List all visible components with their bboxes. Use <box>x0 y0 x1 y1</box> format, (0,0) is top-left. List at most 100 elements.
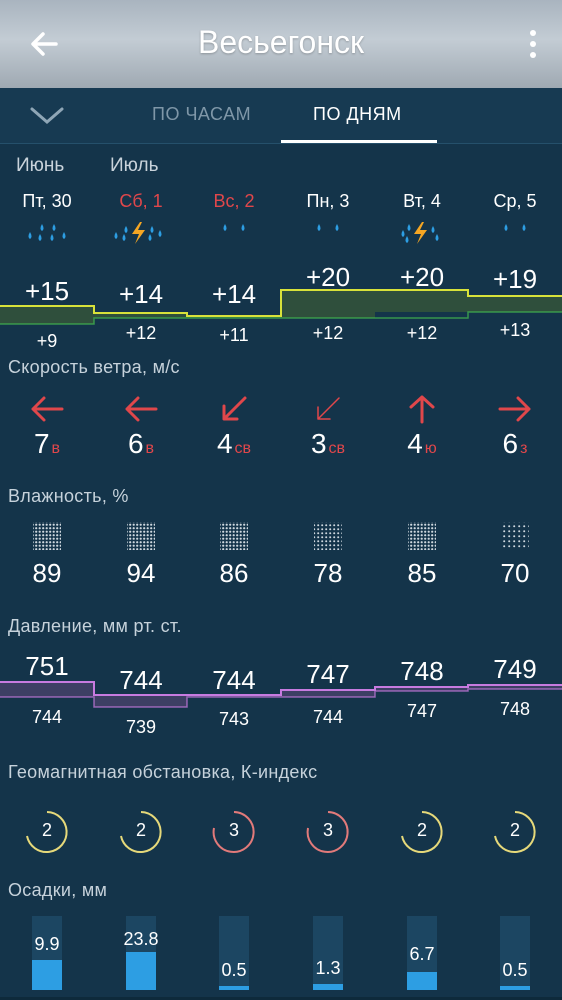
temp-min: +12 <box>125 323 157 343</box>
pressure-min: 744 <box>31 707 63 727</box>
wind-speed: 4 св <box>187 428 281 460</box>
pressure-max: 747 <box>306 659 350 689</box>
pressure-max: 744 <box>119 665 163 695</box>
temp-min: +12 <box>406 323 438 343</box>
precip-value: 23.8 <box>123 929 159 949</box>
tab-daily[interactable]: ПО ДНЯМ <box>313 104 402 125</box>
temp-max: +14 <box>211 279 257 309</box>
day-label[interactable]: Вс, 2 <box>187 191 281 212</box>
pressure-max: 751 <box>25 651 69 681</box>
thunderstorm-rain-icon <box>401 222 439 244</box>
thunderstorm-rain-icon <box>114 222 162 244</box>
precip-column <box>126 916 156 990</box>
active-tab-indicator <box>281 140 437 143</box>
wind-direction: св <box>328 440 346 457</box>
precip-fill <box>126 952 156 990</box>
humidity-value: 78 <box>313 558 343 588</box>
wind-speed-value: 4 <box>216 428 233 459</box>
arrow-down-left-thin-icon <box>317 397 340 420</box>
humidity-value: 70 <box>500 558 530 588</box>
temp-max: +15 <box>24 276 70 306</box>
wind-speed-value: 6 <box>502 428 519 459</box>
precip-value: 9.9 <box>34 934 60 954</box>
precip-fill <box>407 972 437 990</box>
arrow-up-icon <box>409 395 435 424</box>
pressure-max: 748 <box>400 656 444 686</box>
temp-max: +20 <box>399 262 445 292</box>
arrow-left-icon <box>125 396 158 422</box>
wind-speed-value: 7 <box>33 428 50 459</box>
pressure-max: 744 <box>212 665 256 695</box>
temp-max: +20 <box>305 262 351 292</box>
day-label[interactable]: Ср, 5 <box>468 191 562 212</box>
temp-min: +9 <box>36 331 58 351</box>
arrow-left-icon <box>31 396 64 422</box>
temp-max: +14 <box>118 279 164 309</box>
wind-speed: 3 св <box>281 428 375 460</box>
k-index-value: 2 <box>509 820 520 840</box>
tab-hourly[interactable]: ПО ЧАСАМ <box>152 104 251 125</box>
arrow-down-left-icon <box>222 396 247 421</box>
precipitation-section-title: Осадки, мм <box>8 880 108 900</box>
k-index-value: 2 <box>135 820 146 840</box>
rain-icon <box>28 224 66 241</box>
pressure-min: 748 <box>499 699 531 719</box>
humidity-dots-icon <box>501 522 529 550</box>
wind-direction: св <box>234 440 252 457</box>
precip-value: 0.5 <box>221 960 247 980</box>
humidity-dots-icon <box>33 522 61 550</box>
pressure-max: 749 <box>493 654 537 684</box>
more-menu-icon[interactable] <box>528 28 538 60</box>
wind-speed: 6з <box>468 428 562 460</box>
day-label[interactable]: Пн, 3 <box>281 191 375 212</box>
k-index-value: 2 <box>416 820 427 840</box>
day-label[interactable]: Пт, 30 <box>0 191 94 212</box>
precip-value: 0.5 <box>502 960 528 980</box>
day-label[interactable]: Вт, 4 <box>375 191 469 212</box>
pressure-min: 744 <box>312 707 344 727</box>
temp-max: +19 <box>492 264 538 294</box>
humidity-section-title: Влажность, % <box>8 486 129 506</box>
light-rain-icon <box>223 224 245 231</box>
app-header: Весьегонск <box>0 0 562 88</box>
forecast-tabs: ПО ЧАСАМ ПО ДНЯМ <box>0 88 562 144</box>
wind-direction: в <box>145 440 155 457</box>
humidity-value: 94 <box>126 558 156 588</box>
month-label: Июль <box>110 155 159 176</box>
precip-fill <box>313 984 343 990</box>
wind-direction: ю <box>424 440 437 457</box>
wind-speed-value: 6 <box>127 428 144 459</box>
k-index-value: 3 <box>322 820 333 840</box>
geomagnetic-section-title: Геомагнитная обстановка, К-индекс <box>8 762 318 782</box>
pressure-min: 739 <box>125 717 157 737</box>
temp-min: +11 <box>219 325 249 345</box>
precip-fill <box>219 986 249 990</box>
humidity-dots-icon <box>314 522 342 550</box>
light-rain-icon <box>317 224 339 231</box>
humidity-dots-icon <box>408 522 436 550</box>
wind-direction: з <box>520 440 528 457</box>
wind-speed: 6в <box>94 428 188 460</box>
precip-fill <box>32 960 62 990</box>
wind-speed-value: 3 <box>310 428 327 459</box>
humidity-dots-icon <box>127 522 155 550</box>
temp-min: +12 <box>312 323 344 343</box>
precip-fill <box>500 986 530 990</box>
wind-section-title: Скорость ветра, м/с <box>8 357 180 377</box>
wind-speed: 7в <box>0 428 94 460</box>
humidity-value: 85 <box>407 558 437 588</box>
pressure-min: 743 <box>218 709 250 729</box>
temp-min: +13 <box>499 320 531 340</box>
wind-speed: 4ю <box>375 428 469 460</box>
humidity-dots-icon <box>220 522 248 550</box>
chevron-down-icon[interactable] <box>28 102 66 128</box>
humidity-value: 86 <box>219 558 249 588</box>
pressure-section-title: Давление, мм рт. ст. <box>8 616 182 636</box>
day-label[interactable]: Сб, 1 <box>94 191 188 212</box>
light-rain-icon <box>504 224 526 231</box>
city-title: Весьегонск <box>197 24 365 60</box>
humidity-value: 89 <box>32 558 62 588</box>
wind-direction: в <box>51 440 61 457</box>
precip-value: 1.3 <box>315 958 341 978</box>
precip-value: 6.7 <box>409 944 435 964</box>
